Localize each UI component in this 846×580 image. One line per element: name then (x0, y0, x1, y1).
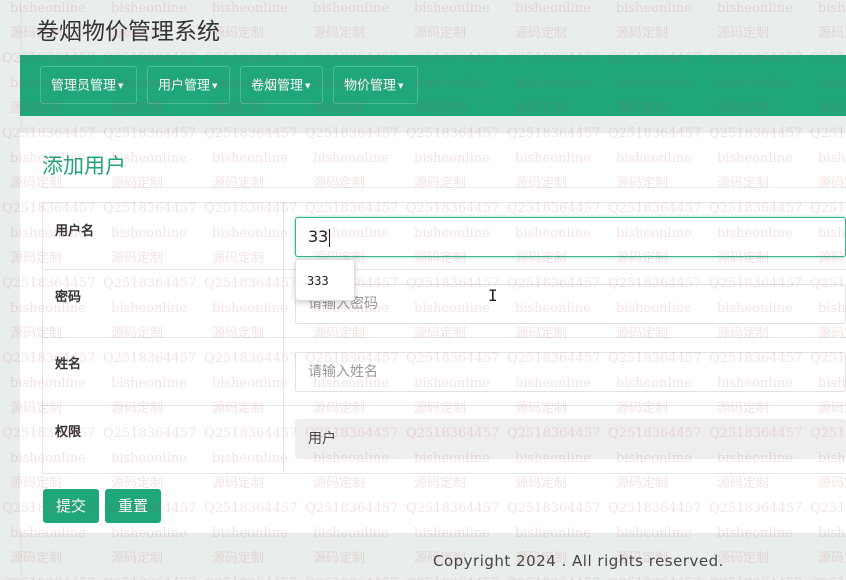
watermark-text: 源码定制 (10, 551, 63, 566)
watermark-text: 源码定制 (717, 26, 770, 41)
form-row-password: 密码 请输入密码 (42, 269, 846, 338)
password-input[interactable]: 请输入密码 (295, 284, 846, 324)
watermark-text: Q2518364457 (810, 571, 846, 580)
caret-down-icon: ▼ (212, 82, 218, 90)
watermark-text: 源码定制 (616, 26, 669, 41)
watermark-text: Q2518364457 (709, 571, 810, 580)
name-label-cell: 姓名 (42, 338, 284, 406)
watermark-text: 源码定制 (313, 26, 366, 41)
username-input[interactable]: 33 (295, 217, 846, 257)
watermark-text: Q2518364457 (305, 571, 406, 580)
nav-user-management[interactable]: 用户管理 ▼ (147, 66, 230, 104)
page-title: 添加用户 (42, 154, 126, 178)
username-label: 用户名 (55, 224, 95, 239)
role-label: 权限 (55, 425, 82, 440)
watermark-text: bisheonline (313, 1, 389, 16)
watermark-text: Q2518364457 (2, 571, 103, 580)
submit-button[interactable]: 提交 (43, 489, 99, 523)
caret-down-icon: ▼ (118, 82, 124, 90)
form-row-name: 姓名 请输入姓名 (42, 337, 846, 406)
nav-admin-management[interactable]: 管理员管理 ▼ (40, 66, 137, 104)
caret-down-icon: ▼ (398, 82, 404, 90)
nav-cigarette-management-label: 卷烟管理 (251, 78, 304, 94)
watermark-text: 源码定制 (717, 551, 770, 566)
watermark-text: bisheonline (818, 1, 846, 16)
nav-price-management[interactable]: 物价管理 ▼ (333, 66, 418, 104)
watermark-text: 源码定制 (212, 551, 265, 566)
watermark-text: 源码定制 (414, 26, 467, 41)
role-select[interactable]: 用户 (295, 419, 846, 459)
app-title: 卷烟物价管理系统 (36, 19, 220, 45)
watermark-text: Q2518364457 (103, 571, 204, 580)
nav-admin-management-label: 管理员管理 (51, 78, 117, 94)
nav-cigarette-management[interactable]: 卷烟管理 ▼ (240, 66, 323, 104)
footer-copyright: Copyright 2024 . All rights reserved. (433, 552, 724, 570)
watermark-text: 源码定制 (515, 26, 568, 41)
autocomplete-suggestion-text: 333 (307, 274, 329, 288)
watermark-text: Q2518364457 (608, 571, 709, 580)
watermark-text: Q2518364457 (204, 571, 305, 580)
watermark-text: Q2518364457 (406, 571, 507, 580)
reset-button[interactable]: 重置 (105, 489, 161, 523)
main-navbar: 管理员管理 ▼ 用户管理 ▼ 卷烟管理 ▼ 物价管理 ▼ (20, 55, 846, 116)
password-label: 密码 (55, 290, 82, 305)
watermark-text: 源码定制 (818, 551, 846, 566)
watermark-text: bisheonline (616, 1, 692, 16)
watermark-text: bisheonline (717, 1, 793, 16)
password-label-cell: 密码 (42, 270, 284, 338)
username-label-cell: 用户名 (42, 203, 284, 270)
watermark-row: Q2518364457Q2518364457Q2518364457Q251836… (0, 571, 846, 580)
role-value: 用户 (308, 431, 336, 447)
watermark-text: 源码定制 (212, 26, 265, 41)
watermark-text: 源码定制 (818, 26, 846, 41)
text-cursor (329, 228, 331, 247)
form-row-username: 用户名 33 (42, 202, 846, 270)
name-input[interactable]: 请输入姓名 (295, 352, 846, 392)
role-label-cell: 权限 (42, 406, 284, 473)
nav-user-management-label: 用户管理 (158, 78, 211, 94)
autocomplete-suggestion[interactable]: 333 (295, 259, 355, 301)
name-label: 姓名 (55, 357, 82, 372)
form-row-role: 权限 用户 (42, 405, 846, 474)
title-divider (42, 187, 846, 188)
caret-down-icon: ▼ (305, 82, 311, 90)
username-input-value: 33 (308, 227, 329, 246)
watermark-text: bisheonline (212, 1, 288, 16)
watermark-text: bisheonline (414, 1, 490, 16)
watermark-text: Q2518364457 (507, 571, 608, 580)
watermark-text: 源码定制 (313, 551, 366, 566)
watermark-text: bisheonline (515, 1, 591, 16)
name-placeholder: 请输入姓名 (308, 364, 378, 380)
mouse-ibeam-cursor-icon: I (488, 286, 498, 305)
watermark-text: 源码定制 (111, 551, 164, 566)
nav-price-management-label: 物价管理 (344, 78, 397, 94)
